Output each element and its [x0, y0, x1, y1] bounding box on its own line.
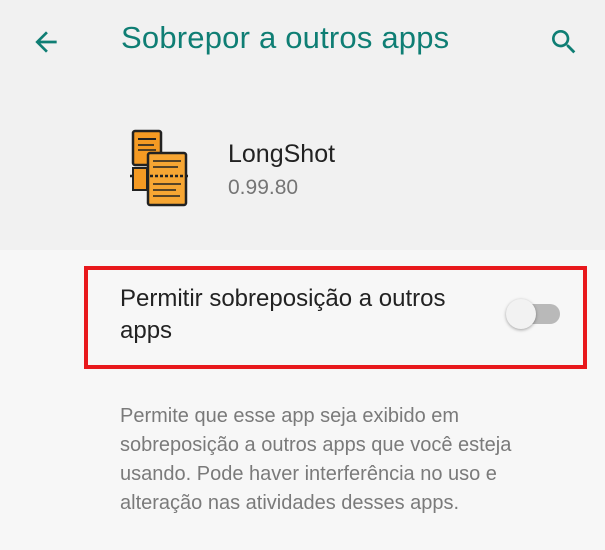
- permission-description: Permite que esse app seja exibido em sob…: [120, 405, 512, 514]
- search-icon: [552, 30, 576, 54]
- app-version: 0.99.80: [228, 176, 299, 199]
- allow-overlay-label: Permitir sobreposição a outros apps: [120, 285, 446, 344]
- page-title: Sobrepor a outros apps: [121, 20, 450, 55]
- back-button[interactable]: [22, 18, 70, 66]
- longshot-app-icon: [130, 129, 188, 207]
- search-button[interactable]: [540, 18, 588, 66]
- toggle-thumb: [506, 299, 536, 329]
- app-header-area: Sobrepor a outros apps LongShot 0.99.80: [0, 0, 605, 250]
- allow-overlay-toggle[interactable]: [506, 297, 562, 329]
- app-name: LongShot: [228, 140, 336, 168]
- arrow-back-icon: [35, 31, 57, 53]
- allow-overlay-setting-row[interactable]: Permitir sobreposição a outros apps: [88, 270, 583, 365]
